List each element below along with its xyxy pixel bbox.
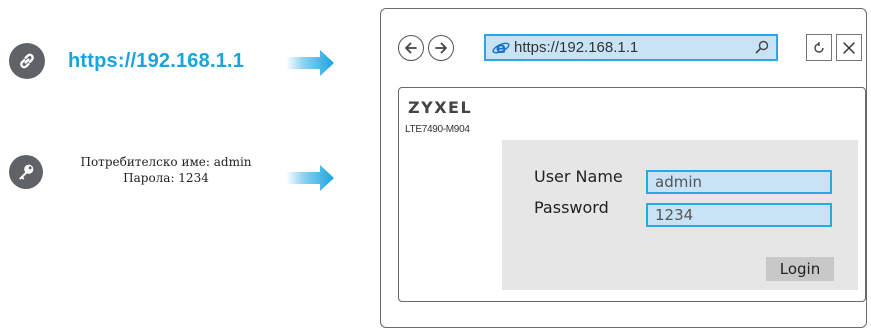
username-credential: Потребителско име: admin [80,155,252,169]
model-name: LTE7490-M904 [405,124,470,135]
password-field[interactable]: 1234 [646,203,832,227]
close-icon[interactable] [836,34,862,61]
username-field[interactable]: admin [646,170,832,194]
right-arrow-icon [286,164,336,197]
key-icon [9,155,43,189]
browser-window: e https://192.168.1.1 ZYXEL LTE7490-M904… [380,8,867,328]
brand-logo: ZYXEL [408,98,473,117]
back-arrow-icon[interactable] [398,35,424,61]
address-bar[interactable]: e https://192.168.1.1 [484,34,778,61]
right-arrow-icon [286,49,336,82]
credentials-text: Потребителско име: admin Парола: 1234 [62,154,270,186]
search-icon[interactable] [754,39,770,60]
ie-logo-icon: e [492,39,510,62]
login-button[interactable]: Login [766,257,834,281]
address-text: https://192.168.1.1 [514,39,639,56]
password-label: Password [534,198,609,217]
svg-text:e: e [496,39,506,57]
refresh-icon[interactable] [806,34,832,61]
router-url: https://192.168.1.1 [68,50,245,72]
password-credential: Парола: 1234 [123,171,209,185]
router-login-page: ZYXEL LTE7490-M904 User Name admin Passw… [398,87,866,302]
forward-arrow-icon[interactable] [428,35,454,61]
username-label: User Name [534,167,623,186]
login-panel: User Name admin Password 1234 Login [502,140,858,290]
link-icon [9,43,45,79]
